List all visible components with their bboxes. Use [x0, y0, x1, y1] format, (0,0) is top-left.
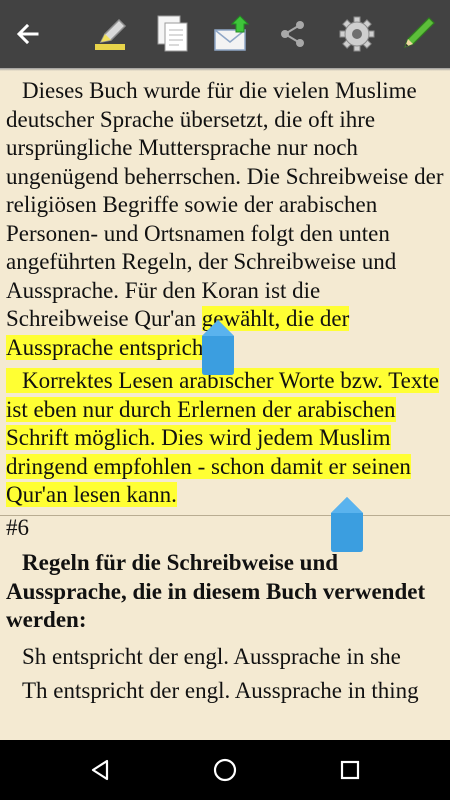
nav-recents-icon — [340, 760, 360, 780]
paragraph-highlighted-text: Korrektes Lesen arabischer Worte bzw. Te… — [6, 368, 439, 507]
app-toolbar — [0, 0, 450, 68]
settings-gear-icon — [339, 16, 375, 52]
copy-icon — [157, 15, 188, 52]
section-heading-text: Regeln für die Schreibweise und Aussprac… — [6, 550, 426, 632]
selection-end-handle[interactable] — [330, 495, 364, 553]
paragraph-highlighted[interactable]: Korrektes Lesen arabischer Worte bzw. Te… — [0, 367, 450, 510]
copy-button[interactable] — [150, 10, 194, 58]
section-divider — [0, 515, 450, 516]
nav-home-icon — [213, 758, 237, 782]
book-content[interactable]: Dieses Buch wurde für die vielen Muslime… — [0, 71, 450, 739]
back-button[interactable] — [6, 10, 50, 58]
nav-home-button[interactable] — [200, 748, 250, 792]
nav-recents-button[interactable] — [325, 748, 375, 792]
rule-item-th-text: Th entspricht der engl. Aussprache in th… — [22, 678, 419, 703]
highlight-button[interactable] — [89, 10, 133, 58]
rule-item-th: Th entspricht der engl. Aussprache in th… — [6, 677, 442, 706]
share-icon — [281, 21, 304, 47]
system-navigation-bar — [0, 740, 450, 800]
highlighter-icon — [95, 18, 127, 50]
settings-button[interactable] — [335, 10, 379, 58]
rule-item-sh-text: Sh entspricht der engl. Aussprache in sh… — [22, 644, 401, 669]
edit-pencil-icon — [403, 17, 435, 49]
nav-back-icon — [91, 759, 109, 781]
paragraph-intro-text: Dieses Buch wurde für die vielen Muslime… — [6, 78, 444, 331]
arrow-left-icon — [16, 23, 39, 45]
edit-button[interactable] — [396, 10, 440, 58]
share-email-button[interactable] — [210, 10, 254, 58]
rule-item-sh: Sh entspricht der engl. Aussprache in sh… — [6, 643, 442, 672]
selection-start-handle[interactable] — [201, 318, 235, 376]
section-number: #6 — [6, 515, 29, 540]
share-email-icon — [214, 15, 250, 51]
section-heading: Regeln für die Schreibweise und Aussprac… — [6, 549, 442, 635]
share-button[interactable] — [271, 10, 315, 58]
nav-back-button[interactable] — [75, 748, 125, 792]
